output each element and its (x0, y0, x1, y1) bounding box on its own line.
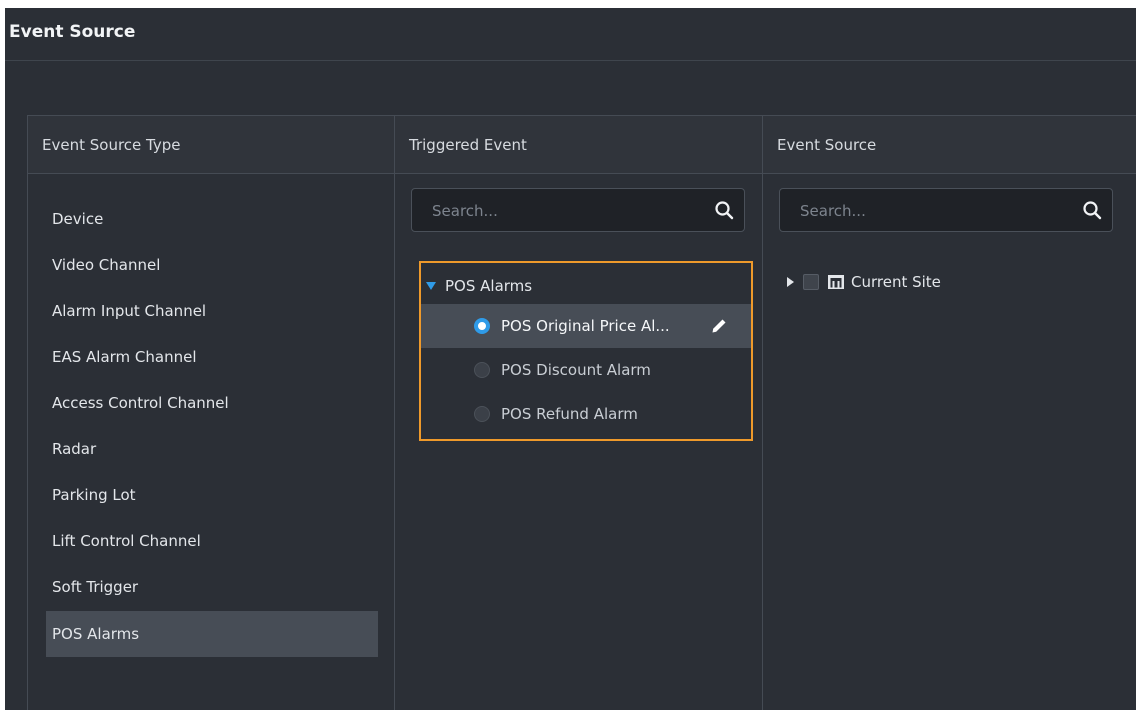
event-item-label: POS Original Price Al... (501, 317, 670, 335)
site-icon (828, 275, 844, 289)
triggered-event-search-input[interactable] (412, 189, 724, 233)
checkbox[interactable] (803, 274, 819, 290)
event-source-panel: Event Source Current Site (762, 115, 1136, 710)
event-source-search-input[interactable] (780, 189, 1092, 233)
event-item-pos-refund[interactable]: POS Refund Alarm (421, 392, 751, 436)
type-item-video-channel[interactable]: Video Channel (46, 242, 378, 288)
type-item-pos-alarms[interactable]: POS Alarms (46, 611, 378, 657)
radio-selected-icon[interactable] (474, 318, 490, 334)
tree-node-label: Current Site (851, 273, 941, 291)
tree-node-current-site[interactable]: Current Site (787, 270, 941, 294)
type-item-eas-alarm-channel[interactable]: EAS Alarm Channel (46, 334, 378, 380)
radio-icon[interactable] (474, 362, 490, 378)
type-item-lift-control-channel[interactable]: Lift Control Channel (46, 518, 378, 564)
search-icon[interactable] (714, 200, 734, 220)
event-item-pos-discount[interactable]: POS Discount Alarm (421, 348, 751, 392)
event-item-label: POS Refund Alarm (501, 405, 638, 423)
pos-alarms-group[interactable]: POS Alarms (426, 274, 532, 298)
type-item-access-control-channel[interactable]: Access Control Channel (46, 380, 378, 426)
edit-pencil-icon[interactable] (711, 318, 727, 334)
event-source-type-header: Event Source Type (28, 116, 394, 174)
type-item-alarm-input-channel[interactable]: Alarm Input Channel (46, 288, 378, 334)
type-item-soft-trigger[interactable]: Soft Trigger (46, 564, 378, 610)
event-source-search (779, 188, 1113, 233)
expand-down-icon[interactable] (426, 282, 436, 290)
pos-alarms-group-label: POS Alarms (445, 277, 533, 295)
radio-icon[interactable] (474, 406, 490, 422)
event-item-label: POS Discount Alarm (501, 361, 651, 379)
triggered-event-search (411, 188, 745, 233)
search-icon[interactable] (1082, 200, 1102, 220)
event-source-type-list: Device Video Channel Alarm Input Channel… (46, 196, 378, 657)
expand-right-icon[interactable] (787, 277, 794, 287)
title-bar: Event Source (5, 8, 1136, 61)
type-item-radar[interactable]: Radar (46, 426, 378, 472)
event-source-window: Event Source Event Source Type Device Vi… (5, 8, 1136, 710)
triggered-event-header: Triggered Event (395, 116, 762, 174)
page-title: Event Source (9, 22, 136, 42)
event-item-pos-original-price[interactable]: POS Original Price Al... (421, 304, 751, 348)
event-source-header: Event Source (763, 116, 1136, 174)
triggered-event-panel: Triggered Event POS Alarms POS Original … (394, 115, 763, 710)
type-item-parking-lot[interactable]: Parking Lot (46, 472, 378, 518)
event-source-type-panel: Event Source Type Device Video Channel A… (27, 115, 395, 710)
type-item-device[interactable]: Device (46, 196, 378, 242)
